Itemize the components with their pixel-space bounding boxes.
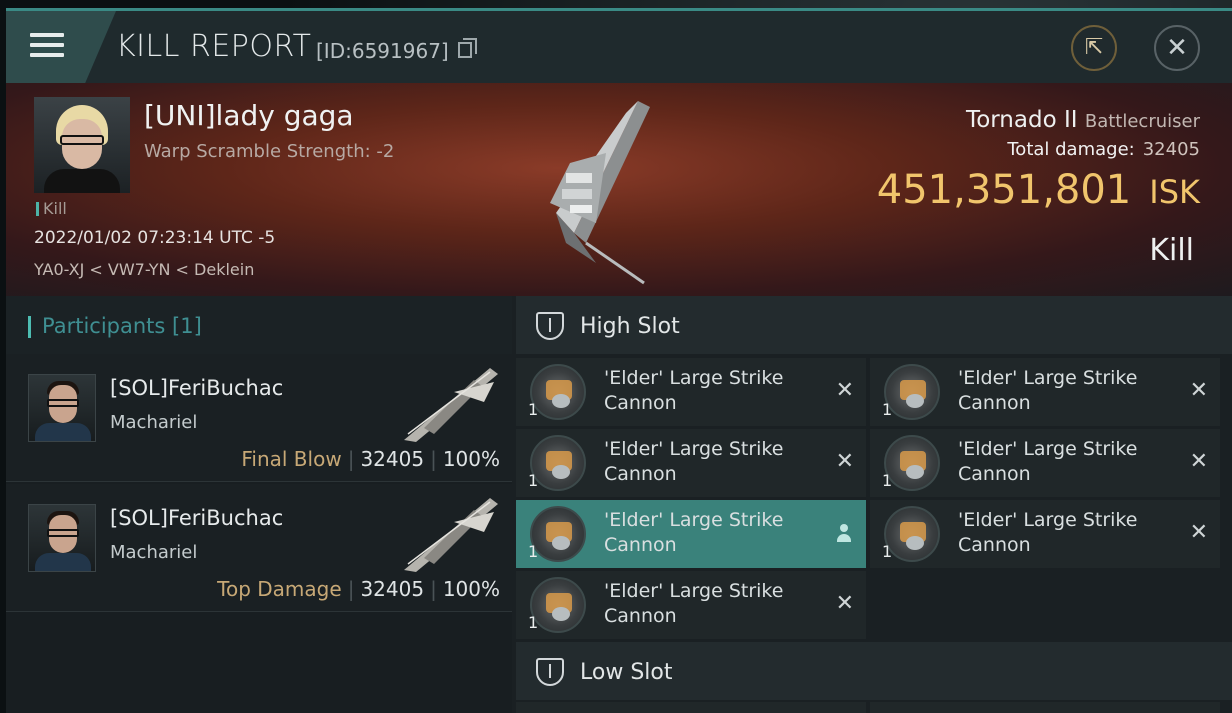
participant-role: Final Blow bbox=[241, 447, 342, 471]
module-item[interactable]: 1 'Elder' Large Strike Cannon ✕ bbox=[516, 429, 866, 497]
module-quantity: 1 bbox=[528, 400, 539, 419]
isk-value: 451,351,801 ISK bbox=[877, 167, 1200, 213]
participants-panel: Participants [1] [SOL]FeriBuchac Machari… bbox=[6, 296, 512, 713]
kill-tag: Kill bbox=[36, 199, 67, 218]
participant-role: Top Damage bbox=[217, 577, 342, 601]
module-item[interactable]: 1 'Elder' Large Strike Cannon ✕ bbox=[516, 358, 866, 426]
participants-label: Participants bbox=[42, 314, 166, 338]
victim-ship-name[interactable]: Tornado II Battlecruiser bbox=[966, 107, 1200, 133]
participant-avatar[interactable] bbox=[28, 504, 96, 572]
module-name: 'Elder' Large Strike Cannon bbox=[604, 580, 784, 627]
high-slot-icon bbox=[536, 312, 564, 340]
total-damage: Total damage: 32405 bbox=[1007, 139, 1200, 160]
close-button[interactable]: ✕ bbox=[1154, 25, 1200, 71]
module-item[interactable]: 1 'Elder' Large Strike Cannon ✕ bbox=[870, 500, 1220, 568]
low-slot-header[interactable]: Low Slot bbox=[516, 642, 1232, 700]
total-damage-value: 32405 bbox=[1142, 139, 1200, 160]
participant-name: [SOL]FeriBuchac bbox=[110, 376, 284, 400]
low-slot-icon bbox=[536, 658, 564, 686]
participant-avatar[interactable] bbox=[28, 374, 96, 442]
participant-row[interactable]: [SOL]FeriBuchac Machariel Top Damage | 324… bbox=[6, 484, 512, 612]
kill-datetime: 2022/01/02 07:23:14 UTC -5 bbox=[34, 228, 276, 248]
cannon-icon bbox=[530, 506, 586, 562]
module-quantity: 1 bbox=[528, 542, 539, 561]
page-title: KILL REPORT bbox=[116, 29, 312, 64]
module-item[interactable]: 1 'Elder' Large Strike Cannon ✕ bbox=[870, 358, 1220, 426]
module-item[interactable]: 1 'Elder' Large Strike Cannon ✕ bbox=[870, 429, 1220, 497]
cannon-icon bbox=[530, 435, 586, 491]
module-quantity: 1 bbox=[882, 400, 893, 419]
participants-count: [1] bbox=[172, 314, 202, 338]
module-name: 'Elder' Large Strike Cannon bbox=[604, 438, 784, 485]
module-item[interactable] bbox=[516, 702, 866, 713]
result-label: Kill bbox=[1149, 233, 1194, 268]
module-name: 'Elder' Large Strike Cannon bbox=[604, 509, 784, 556]
module-quantity: 1 bbox=[882, 471, 893, 490]
cannon-icon bbox=[530, 364, 586, 420]
isk-amount: 451,351,801 bbox=[876, 167, 1132, 213]
high-slot-header[interactable]: High Slot bbox=[516, 296, 1232, 354]
cannon-icon bbox=[884, 506, 940, 562]
participants-header[interactable]: Participants [1] bbox=[6, 296, 512, 354]
module-item[interactable] bbox=[870, 702, 1220, 713]
total-damage-label: Total damage: bbox=[1007, 139, 1135, 160]
isk-currency: ISK bbox=[1149, 173, 1200, 211]
module-item[interactable]: 1 'Elder' Large Strike Cannon ✕ bbox=[516, 571, 866, 639]
destroyed-icon: ✕ bbox=[835, 591, 854, 616]
participant-percent: 100% bbox=[442, 447, 500, 471]
ship-type: Tornado II bbox=[966, 107, 1078, 133]
participant-damage: 32405 bbox=[360, 577, 425, 601]
copy-icon[interactable] bbox=[458, 38, 477, 58]
kill-report-window: KILL REPORT [ID:6591967] ⇱ ✕ [UNI]lady g… bbox=[6, 8, 1232, 713]
cannon-icon bbox=[884, 364, 940, 420]
victim-avatar[interactable] bbox=[34, 97, 130, 193]
ship-class: Battlecruiser bbox=[1084, 111, 1200, 132]
participant-ship-image bbox=[404, 368, 498, 442]
module-quantity: 1 bbox=[528, 471, 539, 490]
participant-percent: 100% bbox=[442, 577, 500, 601]
destroyed-icon: ✕ bbox=[1189, 520, 1208, 545]
module-quantity: 1 bbox=[528, 613, 539, 632]
warp-scramble-strength: Warp Scramble Strength: -2 bbox=[144, 141, 395, 162]
module-name: 'Elder' Large Strike Cannon bbox=[958, 367, 1138, 414]
victim-ship-image[interactable] bbox=[526, 93, 686, 288]
kill-location[interactable]: YA0-XJ < VW7-YN < Deklein bbox=[34, 260, 254, 279]
cannon-icon bbox=[884, 435, 940, 491]
victim-banner: [UNI]lady gaga Warp Scramble Strength: -… bbox=[6, 83, 1232, 296]
module-name: 'Elder' Large Strike Cannon bbox=[604, 367, 784, 414]
destroyed-icon: ✕ bbox=[1189, 378, 1208, 403]
victim-name[interactable]: [UNI]lady gaga bbox=[144, 99, 354, 132]
participant-row[interactable]: [SOL]FeriBuchac Machariel Final Blow | 324… bbox=[6, 354, 512, 482]
participant-ship-image bbox=[404, 498, 498, 572]
destroyed-icon: ✕ bbox=[1189, 449, 1208, 474]
low-slot-label: Low Slot bbox=[580, 660, 673, 685]
report-id: [ID:6591967] bbox=[316, 39, 449, 63]
menu-icon[interactable] bbox=[30, 33, 64, 59]
module-item-dropped[interactable]: 1 'Elder' Large Strike Cannon bbox=[516, 500, 866, 568]
destroyed-icon: ✕ bbox=[835, 378, 854, 403]
fitting-panel: High Slot 1 'Elder' Large Strike Cannon … bbox=[512, 296, 1232, 713]
module-name: 'Elder' Large Strike Cannon bbox=[958, 438, 1138, 485]
destroyed-icon: ✕ bbox=[835, 449, 854, 474]
participant-name: [SOL]FeriBuchac bbox=[110, 506, 284, 530]
share-button[interactable]: ⇱ bbox=[1071, 25, 1117, 71]
participant-damage: 32405 bbox=[360, 447, 425, 471]
share-icon: ⇱ bbox=[1084, 35, 1104, 60]
participant-stats: Top Damage | 32405 | 100% bbox=[217, 577, 500, 601]
window-header: KILL REPORT [ID:6591967] ⇱ ✕ bbox=[6, 11, 1232, 83]
participant-stats: Final Blow | 32405 | 100% bbox=[241, 447, 500, 471]
cannon-icon bbox=[530, 577, 586, 633]
module-name: 'Elder' Large Strike Cannon bbox=[958, 509, 1138, 556]
participant-ship: Machariel bbox=[110, 542, 198, 563]
close-icon: ✕ bbox=[1166, 33, 1188, 63]
high-slot-label: High Slot bbox=[580, 314, 680, 339]
participant-ship: Machariel bbox=[110, 412, 198, 433]
dropped-icon bbox=[836, 524, 852, 542]
module-quantity: 1 bbox=[882, 542, 893, 561]
